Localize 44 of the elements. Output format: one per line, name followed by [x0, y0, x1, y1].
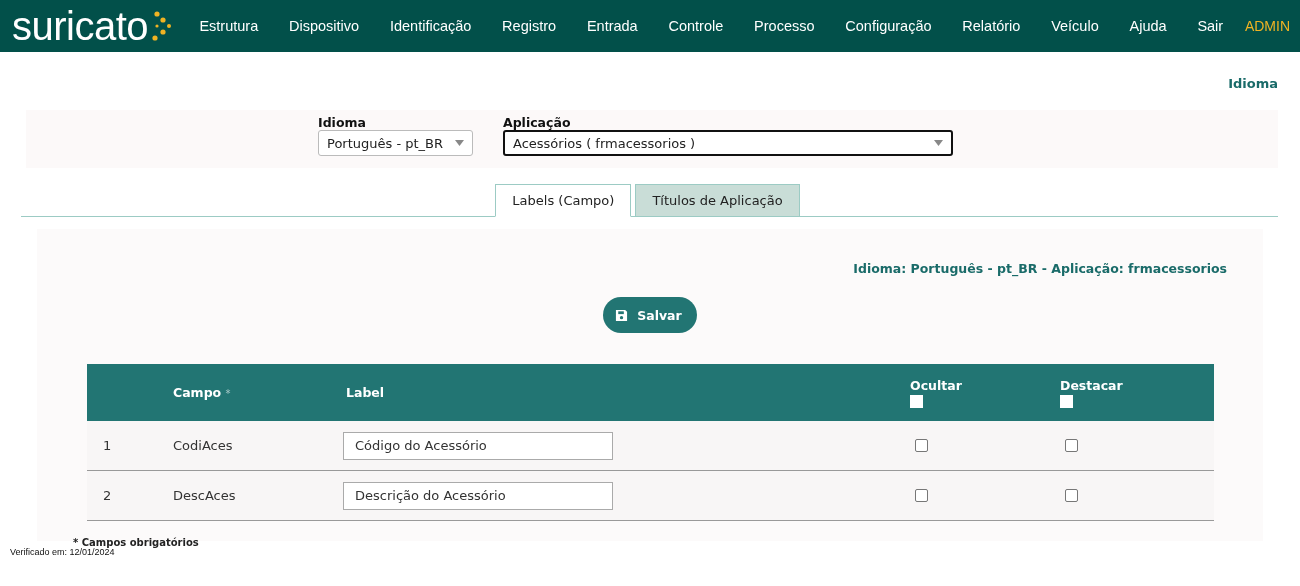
- label-input[interactable]: Descrição do Acessório: [343, 481, 613, 510]
- nav-link[interactable]: Veículo: [1035, 18, 1115, 34]
- caret-icon: [455, 140, 464, 146]
- save-button[interactable]: Salvar: [603, 297, 697, 333]
- nav-link[interactable]: Processo: [738, 18, 830, 34]
- select-field[interactable]: Português - pt_BR: [318, 130, 473, 156]
- tab[interactable]: Labels (Campo): [495, 184, 632, 217]
- label-input[interactable]: Código do Acessório: [343, 431, 613, 460]
- checkbox[interactable]: [1065, 489, 1078, 502]
- nav-link[interactable]: Configuração: [829, 18, 947, 34]
- user-name[interactable]: ADMIN: [1244, 18, 1290, 34]
- context-heading: Idioma: Português - pt_BR - Aplicação: frmacessorios: [853, 261, 1227, 276]
- row-number: 1: [103, 438, 112, 453]
- nav-link[interactable]: Dispositivo: [273, 18, 375, 34]
- row-number: 2: [103, 488, 112, 503]
- nav-link[interactable]: Controle: [653, 18, 739, 34]
- nav-link[interactable]: Entrada: [571, 18, 654, 34]
- nav-link[interactable]: Estrutura: [184, 18, 274, 34]
- nav-link[interactable]: Relatório: [946, 18, 1036, 34]
- column-header: Destacar: [1060, 377, 1124, 393]
- logo[interactable]: suricato: [12, 6, 149, 46]
- checkbox[interactable]: [1065, 439, 1078, 452]
- verified-date: Verificado em: 12/01/2024: [10, 547, 115, 557]
- table-cell: DescAces: [173, 488, 236, 503]
- nav-link[interactable]: Identificação: [374, 18, 487, 34]
- select-all-checkbox[interactable]: [910, 394, 923, 408]
- caret-icon: [934, 140, 943, 146]
- nav-link[interactable]: Registro: [486, 18, 572, 34]
- column-header: Campo *: [173, 385, 232, 400]
- field-label: Aplicação: [503, 116, 572, 130]
- footnote: * Campos obrigatórios: [73, 537, 199, 548]
- nav-link[interactable]: Ajuda: [1114, 18, 1182, 34]
- column-header: Label: [346, 385, 386, 400]
- select-field[interactable]: Acessórios ( frmacessorios ): [503, 130, 953, 156]
- table-cell: CodiAces: [173, 438, 233, 453]
- select-all-checkbox[interactable]: [1060, 394, 1073, 408]
- dots-icon: [149, 11, 172, 41]
- checkbox[interactable]: [915, 489, 928, 502]
- page-title: Idioma: [1228, 76, 1278, 93]
- nav-link[interactable]: Sair: [1182, 18, 1239, 34]
- field-label: Idioma: [318, 116, 367, 130]
- column-header: Ocultar: [910, 377, 963, 393]
- checkbox[interactable]: [915, 439, 928, 452]
- tab[interactable]: Títulos de Aplicação: [635, 184, 800, 217]
